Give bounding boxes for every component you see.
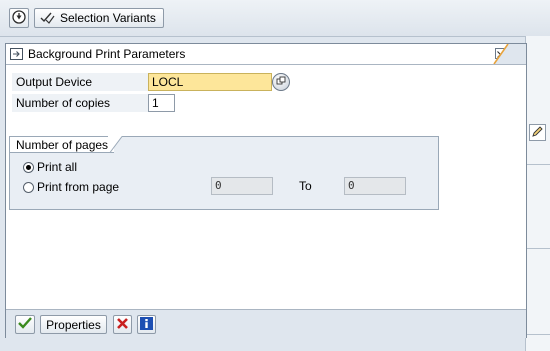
- cancel-button[interactable]: [113, 315, 132, 334]
- variants-icon: [39, 10, 55, 27]
- cancel-x-icon: [117, 317, 128, 332]
- execute-icon: [12, 9, 26, 27]
- edit-button[interactable]: [529, 124, 546, 141]
- selection-variants-label: Selection Variants: [60, 11, 156, 25]
- selection-variants-button[interactable]: Selection Variants: [34, 8, 164, 28]
- output-device-input[interactable]: LOCL: [148, 73, 272, 91]
- application-toolbar: Selection Variants: [0, 0, 550, 37]
- pen-icon: [532, 125, 543, 140]
- dialog-content: Output Device LOCL Number of copies 1 Nu…: [6, 65, 526, 309]
- to-label: To: [299, 179, 312, 193]
- print-from-page-radio[interactable]: [23, 181, 34, 193]
- print-all-radio[interactable]: [23, 161, 34, 173]
- continue-button[interactable]: [15, 315, 35, 334]
- dialog-title-icon: [10, 48, 23, 63]
- checkmark-icon: [18, 317, 32, 332]
- print-all-label: Print all: [37, 160, 78, 174]
- group-tab-slant: [108, 136, 123, 153]
- output-device-help-button[interactable]: [272, 73, 290, 91]
- print-from-page-label: Print from page: [37, 180, 120, 194]
- divider: [526, 248, 550, 249]
- f4-help-icon: [276, 75, 286, 89]
- execute-button[interactable]: [9, 8, 29, 28]
- info-icon: [140, 316, 153, 333]
- dialog-titlebar[interactable]: Background Print Parameters: [6, 44, 526, 65]
- to-page-input[interactable]: 0: [344, 177, 406, 195]
- properties-button[interactable]: Properties: [40, 315, 107, 334]
- background-print-parameters-dialog: Background Print Parameters Output Devic…: [5, 43, 527, 338]
- print-from-page-option[interactable]: Print from page: [23, 179, 119, 195]
- dialog-footer: Properties: [6, 309, 526, 338]
- divider: [526, 164, 550, 165]
- number-of-copies-input[interactable]: 1: [148, 94, 175, 112]
- title-accent: [486, 44, 526, 64]
- dialog-title: Background Print Parameters: [28, 47, 186, 61]
- print-all-option[interactable]: Print all: [23, 159, 77, 175]
- from-page-input[interactable]: 0: [211, 177, 273, 195]
- info-button[interactable]: [137, 315, 156, 334]
- number-of-copies-label: Number of copies: [12, 94, 150, 112]
- group-title: Number of pages: [9, 136, 115, 153]
- divider: [526, 334, 550, 335]
- output-device-label: Output Device: [12, 73, 150, 91]
- number-of-pages-group: Number of pages Print all Print from pag…: [9, 136, 439, 210]
- background-panel: [525, 36, 550, 351]
